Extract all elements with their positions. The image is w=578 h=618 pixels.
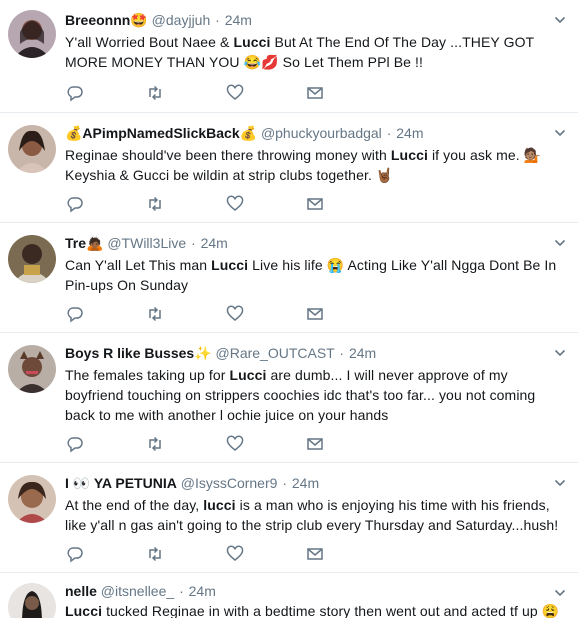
user-handle[interactable]: @TWill3Live: [107, 235, 186, 251]
tweet[interactable]: 💰APimpNamedSlickBack💰 @phuckyourbadgal ·…: [0, 112, 578, 222]
avatar[interactable]: [8, 475, 56, 523]
tweet-text-segment: The females taking up for: [65, 367, 230, 383]
separator-dot: ·: [282, 475, 287, 491]
chevron-down-icon[interactable]: [554, 477, 566, 489]
like-icon[interactable]: [226, 545, 306, 563]
name-emoji: ✨: [194, 346, 212, 362]
tweet-feed: Breeonnn🤩 @dayjjuh · 24m Y'all Worried B…: [0, 0, 578, 618]
retweet-icon[interactable]: [146, 195, 226, 213]
tweet-actions: [66, 84, 386, 102]
like-icon[interactable]: [226, 84, 306, 102]
tweet-text-segment: Reginae should've been there throwing mo…: [65, 147, 391, 163]
tweet-text-segment: Can Y'all Let This man: [65, 257, 212, 273]
tweet-text-segment: At the end of the day,: [65, 497, 204, 513]
separator-dot: ·: [179, 583, 184, 599]
tweet-text-segment: tucked Reginae in with a bedtime story t…: [102, 603, 560, 618]
highlighted-keyword: Lucci: [211, 257, 249, 273]
like-icon[interactable]: [226, 305, 306, 323]
reply-icon[interactable]: [66, 305, 146, 323]
timestamp[interactable]: 24m: [189, 583, 216, 599]
timestamp[interactable]: 24m: [396, 125, 423, 141]
highlighted-keyword: Lucci: [229, 367, 267, 383]
tweet[interactable]: Boys R like Busses✨ @Rare_OUTCAST · 24m …: [0, 332, 578, 462]
chevron-down-icon[interactable]: [554, 347, 566, 359]
tweet-text: Can Y'all Let This man Lucci Live his li…: [65, 255, 568, 295]
tweet-actions: [66, 195, 386, 213]
tweet-header: 💰APimpNamedSlickBack💰 @phuckyourbadgal ·…: [65, 123, 552, 143]
avatar[interactable]: [8, 583, 56, 618]
chevron-down-icon[interactable]: [554, 127, 566, 139]
user-handle[interactable]: @itsnellee_: [101, 583, 174, 599]
tweet[interactable]: nelle @itsnellee_ · 24m Lucci tucked Reg…: [0, 572, 578, 618]
display-name[interactable]: I 👀 YA PETUNIA: [65, 475, 177, 491]
tweet-text: The females taking up for Lucci are dumb…: [65, 365, 568, 425]
reply-icon[interactable]: [66, 195, 146, 213]
highlighted-keyword: Lucci: [390, 147, 428, 163]
reply-icon[interactable]: [66, 435, 146, 453]
avatar[interactable]: [8, 235, 56, 283]
name-emoji: 🙇🏾: [86, 236, 104, 252]
tweet-header: Tre🙇🏾 @TWill3Live · 24m: [65, 233, 552, 253]
tweet-text-segment: Y'all Worried Bout Naee &: [65, 34, 234, 50]
like-icon[interactable]: [226, 195, 306, 213]
highlighted-keyword: Lucci: [233, 34, 271, 50]
separator-dot: ·: [191, 235, 196, 251]
avatar[interactable]: [8, 10, 56, 58]
timestamp[interactable]: 24m: [349, 345, 376, 361]
retweet-icon[interactable]: [146, 305, 226, 323]
separator-dot: ·: [215, 12, 220, 28]
separator-dot: ·: [386, 125, 392, 141]
tweet-text: Y'all Worried Bout Naee & Lucci But At T…: [65, 32, 568, 72]
tweet-header: Boys R like Busses✨ @Rare_OUTCAST · 24m: [65, 343, 552, 363]
tweet-text: Lucci tucked Reginae in with a bedtime s…: [65, 601, 568, 618]
tweet-header: I 👀 YA PETUNIA @IsyssCorner9 · 24m: [65, 473, 552, 493]
message-icon[interactable]: [306, 305, 386, 323]
separator-dot: ·: [339, 345, 345, 361]
message-icon[interactable]: [306, 435, 386, 453]
tweet-header: Breeonnn🤩 @dayjjuh · 24m: [65, 10, 552, 30]
tweet-header: nelle @itsnellee_ · 24m: [65, 581, 552, 601]
tweet[interactable]: Breeonnn🤩 @dayjjuh · 24m Y'all Worried B…: [0, 0, 578, 112]
tweet-text: Reginae should've been there throwing mo…: [65, 145, 568, 185]
timestamp[interactable]: 24m: [225, 12, 252, 28]
timestamp[interactable]: 24m: [201, 235, 228, 251]
tweet[interactable]: Tre🙇🏾 @TWill3Live · 24m Can Y'all Let Th…: [0, 222, 578, 332]
avatar[interactable]: [8, 125, 56, 173]
message-icon[interactable]: [306, 545, 386, 563]
retweet-icon[interactable]: [146, 84, 226, 102]
tweet-actions: [66, 305, 386, 323]
reply-icon[interactable]: [66, 84, 146, 102]
user-handle[interactable]: @Rare_OUTCAST: [216, 345, 335, 361]
tweet-actions: [66, 435, 386, 453]
user-handle[interactable]: @dayjjuh: [152, 12, 211, 28]
user-handle[interactable]: @phuckyourbadgal: [261, 125, 382, 141]
retweet-icon[interactable]: [146, 545, 226, 563]
chevron-down-icon[interactable]: [554, 587, 566, 599]
highlighted-keyword: lucci: [203, 497, 236, 513]
display-name[interactable]: Boys R like Busses: [65, 345, 194, 361]
tweet[interactable]: I 👀 YA PETUNIA @IsyssCorner9 · 24m At th…: [0, 462, 578, 572]
chevron-down-icon[interactable]: [554, 237, 566, 249]
user-handle[interactable]: @IsyssCorner9: [181, 475, 278, 491]
message-icon[interactable]: [306, 195, 386, 213]
like-icon[interactable]: [226, 435, 306, 453]
retweet-icon[interactable]: [146, 435, 226, 453]
display-name[interactable]: Tre: [65, 235, 86, 251]
highlighted-keyword: Lucci: [65, 603, 103, 618]
chevron-down-icon[interactable]: [554, 14, 566, 26]
display-name[interactable]: nelle: [65, 583, 97, 599]
avatar[interactable]: [8, 345, 56, 393]
timestamp[interactable]: 24m: [292, 475, 319, 491]
reply-icon[interactable]: [66, 545, 146, 563]
display-name[interactable]: Breeonnn: [65, 12, 130, 28]
message-icon[interactable]: [306, 84, 386, 102]
tweet-actions: [66, 545, 386, 563]
tweet-text: At the end of the day, lucci is a man wh…: [65, 495, 568, 535]
display-name[interactable]: 💰APimpNamedSlickBack💰: [65, 125, 257, 141]
name-emoji: 🤩: [130, 13, 148, 29]
